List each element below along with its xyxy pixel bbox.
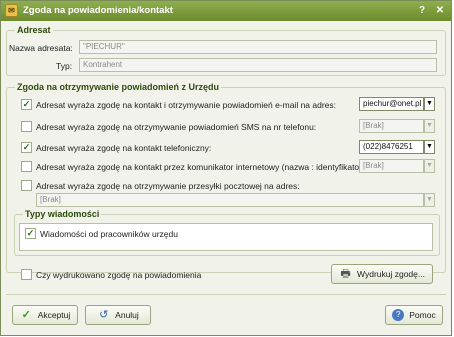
post-dropdown-arrow[interactable]: ▼: [424, 193, 435, 207]
type-label: Typ:: [56, 61, 73, 71]
printed-checkbox[interactable]: [21, 269, 32, 280]
email-dropdown-arrow[interactable]: ▼: [424, 97, 435, 111]
cancel-button[interactable]: ↺ Anuluj: [85, 305, 151, 325]
print-consent-label: Wydrukuj zgodę...: [357, 269, 425, 279]
help-button[interactable]: ? Pomoc: [385, 305, 443, 325]
typy-group-title: Typy wiadomości: [23, 209, 102, 219]
help-label: Pomoc: [409, 310, 436, 320]
printed-label: Czy wydrukowano zgodę na powiadomienia: [36, 270, 202, 280]
check-icon: ✓: [26, 228, 35, 238]
message-type-checkbox[interactable]: ✓: [25, 228, 36, 239]
title-bar: ✉ Zgoda na powiadomienia/kontakt ? ✕: [1, 1, 451, 21]
separator: [6, 294, 446, 295]
phone-field[interactable]: (022)8476251: [359, 140, 424, 154]
messenger-dropdown-arrow[interactable]: ▼: [424, 159, 435, 173]
phone-consent-label: Adresat wyraża zgodę na kontakt telefoni…: [36, 143, 212, 153]
zgoda-group-title: Zgoda na otrzymywanie powiadomień z Urzę…: [15, 82, 222, 92]
accept-button[interactable]: ✓ Akceptuj: [12, 305, 78, 325]
email-consent-label: Adresat wyraża zgodę na kontakt i otrzym…: [36, 100, 337, 110]
messenger-consent-label: Adresat wyraża zgodę na kontakt przez ko…: [36, 162, 368, 172]
undo-icon: ↺: [99, 309, 109, 321]
dialog-window: ✉ Zgoda na powiadomienia/kontakt ? ✕ Adr…: [0, 0, 452, 336]
type-field[interactable]: Kontrahent: [79, 58, 437, 72]
email-consent-checkbox[interactable]: ✓: [21, 99, 32, 110]
help-icon[interactable]: ?: [415, 4, 429, 17]
adresat-group-title: Adresat: [15, 25, 53, 35]
help-icon: ?: [392, 309, 405, 321]
window-title: Zgoda na powiadomienia/kontakt: [23, 5, 173, 16]
phone-dropdown-arrow[interactable]: ▼: [424, 140, 435, 154]
check-icon: ✓: [22, 142, 31, 152]
sms-consent-label: Adresat wyraża zgodę na otrzymywanie pow…: [36, 122, 317, 132]
phone-consent-checkbox[interactable]: ✓: [21, 142, 32, 153]
messenger-consent-checkbox[interactable]: [21, 161, 32, 172]
check-icon: ✓: [22, 99, 31, 109]
name-label: Nazwa adresata:: [9, 43, 73, 53]
sms-dropdown-arrow[interactable]: ▼: [424, 119, 435, 133]
post-consent-checkbox[interactable]: [21, 180, 32, 191]
sms-field[interactable]: [Brak]: [359, 119, 424, 133]
sms-consent-checkbox[interactable]: [21, 121, 32, 132]
check-icon: ✓: [21, 309, 31, 321]
envelope-icon: ✉: [5, 4, 18, 17]
cancel-label: Anuluj: [115, 310, 139, 320]
message-type-label: Wiadomości od pracowników urzędu: [40, 229, 178, 239]
post-consent-label: Adresat wyraża zgodę na otrzymywanie prz…: [36, 181, 300, 191]
name-field[interactable]: "PIECHUR": [79, 40, 437, 54]
close-icon[interactable]: ✕: [433, 4, 447, 17]
messenger-field[interactable]: [Brak]: [359, 159, 424, 173]
post-address-field[interactable]: [Brak]: [36, 193, 424, 207]
printer-icon: 🖶: [340, 268, 351, 280]
print-consent-button[interactable]: 🖶 Wydrukuj zgodę...: [331, 264, 433, 284]
accept-label: Akceptuj: [37, 310, 71, 320]
email-field[interactable]: piechur@onet.pl: [359, 97, 424, 111]
